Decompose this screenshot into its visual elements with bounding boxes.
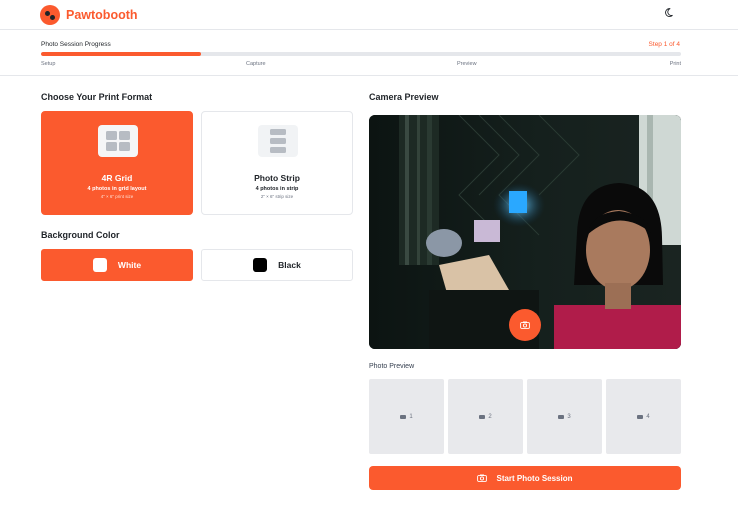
photo-preview-title: Photo Preview <box>369 363 415 370</box>
camera-icon <box>558 414 565 419</box>
progress-step-text: Step 1 of 4 <box>648 41 680 48</box>
format-size: 4" × 6" print size <box>100 194 134 199</box>
background-label: White <box>117 260 142 270</box>
format-description: 4 photos in strip <box>255 186 299 192</box>
photo-slot-4: 4 <box>606 379 681 454</box>
slot-number: 4 <box>646 413 650 420</box>
moon-icon[interactable] <box>664 6 676 18</box>
color-swatch <box>253 258 268 272</box>
format-name: 4R Grid <box>101 173 133 183</box>
step-label-setup: Setup <box>41 61 56 67</box>
photo-slot-3: 3 <box>527 379 602 454</box>
step-label-print: Print <box>669 61 681 67</box>
slot-number: 3 <box>567 413 571 420</box>
camera-icon <box>637 414 644 419</box>
background-color-title: Background Color <box>41 230 120 240</box>
paw-logo-icon <box>40 4 60 25</box>
progress-title: Photo Session Progress <box>41 41 111 48</box>
format-description: 4 photos in grid layout <box>87 186 147 192</box>
photo-slot-1: 1 <box>369 379 444 454</box>
background-option-white[interactable]: White <box>41 249 193 281</box>
step-label-preview: Preview <box>457 61 477 67</box>
step-label-capture: Capture <box>246 61 266 67</box>
grid-layout-icon <box>98 125 138 157</box>
capture-button[interactable] <box>509 309 541 341</box>
background-label: Black <box>278 260 301 270</box>
camera-icon <box>400 414 407 419</box>
camera-icon <box>479 414 486 419</box>
start-photo-session-button[interactable]: Start Photo Session <box>369 466 681 490</box>
slot-number: 1 <box>409 413 413 420</box>
progress-fill <box>41 52 201 56</box>
strip-layout-icon <box>258 125 298 157</box>
app-name: Pawtobooth <box>66 7 138 22</box>
camera-preview-title: Camera Preview <box>369 92 439 102</box>
camera-icon <box>477 474 488 482</box>
session-progress: Photo Session Progress Step 1 of 4 Setup… <box>0 31 738 76</box>
progress-track <box>41 52 681 56</box>
format-option-photo-strip[interactable]: Photo Strip 4 photos in strip 2" × 6" st… <box>201 111 353 215</box>
print-format-title: Choose Your Print Format <box>41 92 153 102</box>
photo-slot-2: 2 <box>448 379 523 454</box>
slot-number: 2 <box>488 413 492 420</box>
format-option-4r-grid[interactable]: 4R Grid 4 photos in grid layout 4" × 6" … <box>41 111 193 215</box>
format-size: 2" × 6" strip size <box>260 194 294 199</box>
app-header: Pawtobooth <box>0 0 738 30</box>
background-option-black[interactable]: Black <box>201 249 353 281</box>
camera-icon <box>520 321 530 329</box>
format-name: Photo Strip <box>254 173 300 183</box>
start-label: Start Photo Session <box>496 473 573 483</box>
camera-feed <box>369 115 681 349</box>
color-swatch <box>92 258 107 272</box>
